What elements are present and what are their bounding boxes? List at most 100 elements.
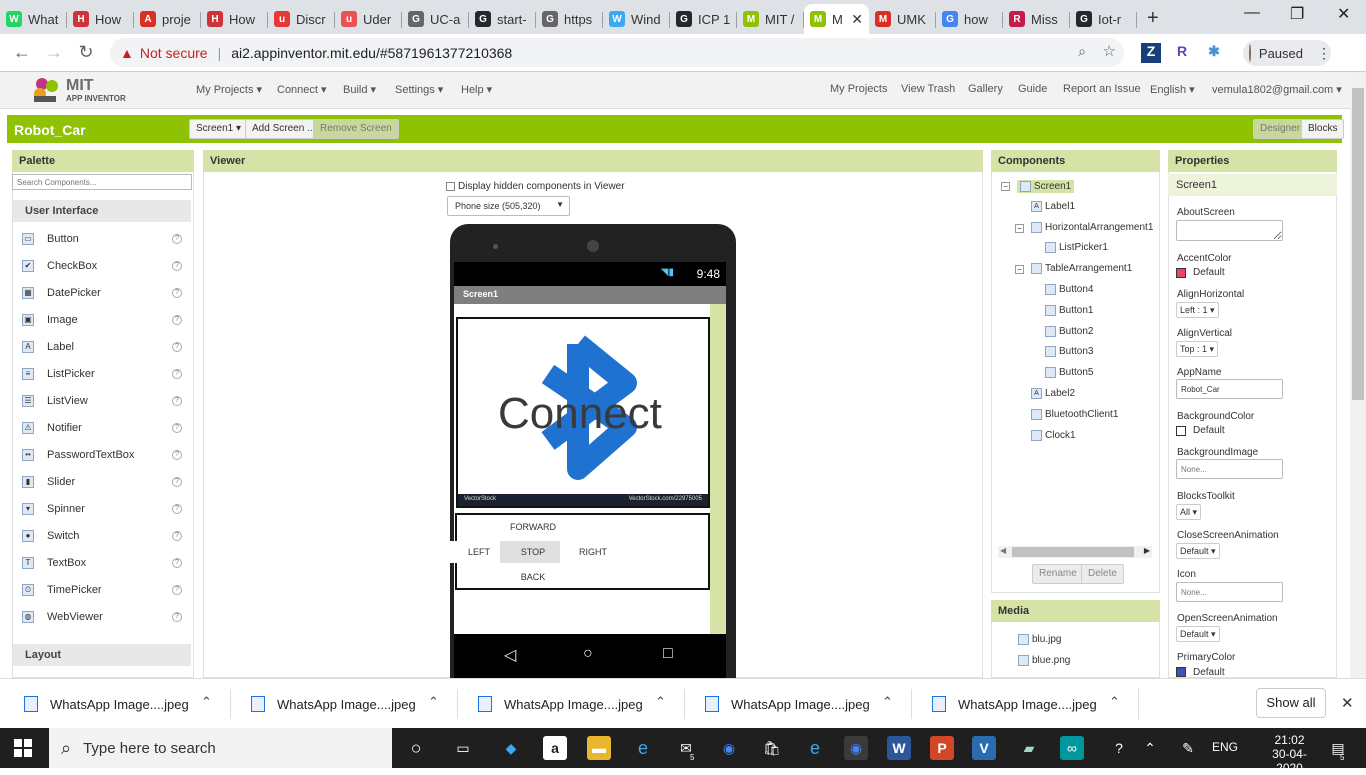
notifications-icon[interactable]: ▤ 5 <box>1326 736 1350 762</box>
browser-tab[interactable]: H How <box>201 4 268 34</box>
palette-section-user-interface[interactable]: User Interface <box>13 200 191 222</box>
store-icon[interactable]: 🛍 <box>760 736 784 760</box>
palette-item[interactable]: ⏲ TimePicker? <box>22 582 182 598</box>
palette-item[interactable]: ⚠ Notifier? <box>22 420 182 436</box>
taskbar-search[interactable]: ⌕ Type here to search <box>49 728 392 768</box>
component-tree-item[interactable]: Screen1 <box>1017 180 1075 193</box>
palette-item[interactable]: ≡ ListPicker? <box>22 366 182 382</box>
background-image-input[interactable]: None... <box>1176 459 1283 479</box>
tree-collapse-icon[interactable]: − <box>1001 182 1010 191</box>
component-tree-item[interactable]: HorizontalArrangement1 <box>1031 221 1153 233</box>
help-icon[interactable]: ? <box>172 450 182 460</box>
clock[interactable]: 21:02 30-04-2020 <box>1262 733 1317 775</box>
palette-item[interactable]: ▾ Spinner? <box>22 501 182 517</box>
screen-select[interactable]: Screen1 ▾ <box>189 119 249 139</box>
chevron-up-icon[interactable]: ⌃ <box>428 694 439 710</box>
header-menu-item[interactable]: Settings ▾ <box>395 83 443 96</box>
download-item[interactable]: WhatsApp Image....jpeg <box>705 693 870 715</box>
component-tree-item[interactable]: Button2 <box>1045 325 1093 337</box>
hidden-components-checkbox[interactable] <box>446 182 455 191</box>
palette-item[interactable]: ▦ DatePicker? <box>22 285 182 301</box>
palette-item[interactable]: ● Switch? <box>22 528 182 544</box>
help-icon[interactable]: ? <box>172 288 182 298</box>
stop-button[interactable]: STOP <box>500 541 566 563</box>
extension-puzzle-icon[interactable]: ✱ <box>1204 43 1224 63</box>
tray-chevron-icon[interactable]: ⌃ <box>1138 736 1162 760</box>
palette-item[interactable]: ▮ Slider? <box>22 474 182 490</box>
new-tab-button[interactable]: + <box>1137 4 1169 34</box>
extension-z-icon[interactable]: Z <box>1141 43 1161 63</box>
browser-tab[interactable]: H How <box>67 4 134 34</box>
bluetooth-connect-image[interactable]: Connect VectorStock VectorStock.com/2297… <box>456 317 710 508</box>
profile-button[interactable]: Paused ⋮ <box>1243 40 1331 66</box>
zoom-icon[interactable]: ⌕ <box>1078 43 1086 60</box>
chevron-up-icon[interactable]: ⌃ <box>201 694 212 710</box>
component-tree-item[interactable]: Button3 <box>1045 346 1093 358</box>
component-tree-item[interactable]: TableArrangement1 <box>1031 263 1132 275</box>
cortana-icon[interactable]: ○ <box>404 736 428 760</box>
browser-tab[interactable]: Aproje <box>134 4 201 34</box>
media-file[interactable]: blu.jpg <box>1018 634 1061 645</box>
palette-item[interactable]: ▭ Button? <box>22 231 182 247</box>
pen-icon[interactable]: ✎ <box>1176 736 1200 760</box>
component-tree-item[interactable]: Button5 <box>1045 367 1093 379</box>
component-tree-item[interactable]: ListPicker1 <box>1045 242 1108 254</box>
maximize-button[interactable]: ❐ <box>1290 4 1304 24</box>
palette-item[interactable]: ▣ Image? <box>22 312 182 328</box>
chrome-active-icon[interactable]: ◉ <box>844 736 868 760</box>
forward-button[interactable]: FORWARD <box>500 516 566 538</box>
close-window-button[interactable]: ✕ <box>1337 4 1350 24</box>
menu-dots-icon[interactable]: ⋮ <box>1317 45 1331 62</box>
browser-tab[interactable]: u Discr <box>268 4 335 34</box>
header-link[interactable]: English ▾ <box>1150 83 1195 96</box>
component-tree-item[interactable]: Button4 <box>1045 284 1093 295</box>
reload-icon[interactable]: ↻ <box>70 42 102 63</box>
palette-item[interactable]: ◍ WebViewer? <box>22 609 182 625</box>
download-item[interactable]: WhatsApp Image....jpeg <box>251 693 416 715</box>
header-menu-item[interactable]: Build ▾ <box>343 83 376 96</box>
scroll-left-icon[interactable]: ◀ <box>1000 546 1006 555</box>
file-explorer-icon[interactable]: ▬ <box>587 736 611 760</box>
back-button[interactable]: BACK <box>500 566 566 588</box>
close-downloads-icon[interactable]: ✕ <box>1341 694 1354 712</box>
open-animation-select[interactable]: Default ▾ <box>1176 626 1220 642</box>
show-all-downloads-button[interactable]: Show all <box>1256 688 1326 718</box>
help-icon[interactable]: ? <box>172 261 182 271</box>
mit-logo[interactable]: MIT APP INVENTOR <box>28 74 128 106</box>
align-vertical-select[interactable]: Top : 1 ▾ <box>1176 341 1219 357</box>
header-menu-item[interactable]: Connect ▾ <box>277 83 327 96</box>
delete-button[interactable]: Delete <box>1081 564 1124 584</box>
page-scroll-thumb[interactable] <box>1352 88 1364 400</box>
help-icon[interactable]: ? <box>172 342 182 352</box>
browser-tab[interactable]: G ICP 1 <box>670 4 737 34</box>
tree-collapse-icon[interactable]: − <box>1015 265 1024 275</box>
scroll-right-icon[interactable]: ▶ <box>1144 546 1150 555</box>
add-screen-button[interactable]: Add Screen ... <box>245 119 323 139</box>
hscroll-thumb[interactable] <box>1012 547 1134 557</box>
designer-button[interactable]: Designer <box>1253 119 1308 139</box>
browser-tab[interactable]: M MIT / <box>737 4 804 34</box>
about-screen-input[interactable] <box>1176 220 1283 241</box>
palette-item[interactable]: T TextBox? <box>22 555 182 571</box>
header-link[interactable]: vemula1802@gmail.com ▾ <box>1212 83 1342 96</box>
omnibox[interactable]: ▲ Not secure | ai2.appinventor.mit.edu/#… <box>110 38 1124 67</box>
back-icon[interactable]: ← <box>6 42 38 63</box>
browser-tab[interactable]: M UMK <box>869 4 936 34</box>
browser-tab[interactable]: W What <box>0 4 67 34</box>
header-link[interactable]: Gallery <box>968 83 1003 95</box>
palette-item[interactable]: A Label? <box>22 339 182 355</box>
remove-screen-button[interactable]: Remove Screen <box>313 119 399 139</box>
chevron-up-icon[interactable]: ⌃ <box>1109 694 1120 710</box>
edge-icon[interactable]: e <box>803 736 827 760</box>
header-menu-item[interactable]: Help ▾ <box>461 83 492 96</box>
mail-icon[interactable]: ✉ 5 <box>674 736 698 762</box>
vm-icon[interactable]: V <box>972 736 996 760</box>
tree-collapse-icon[interactable]: − <box>1015 223 1024 233</box>
palette-search-input[interactable] <box>12 174 192 190</box>
vscode-icon[interactable]: ◆ <box>499 736 523 760</box>
extension-r-icon[interactable]: R <box>1172 43 1192 63</box>
media-file[interactable]: blue.png <box>1018 655 1070 666</box>
help-icon[interactable]: ? <box>172 234 182 244</box>
language-indicator[interactable]: ENG <box>1212 740 1238 754</box>
download-item[interactable]: WhatsApp Image....jpeg <box>932 693 1097 715</box>
